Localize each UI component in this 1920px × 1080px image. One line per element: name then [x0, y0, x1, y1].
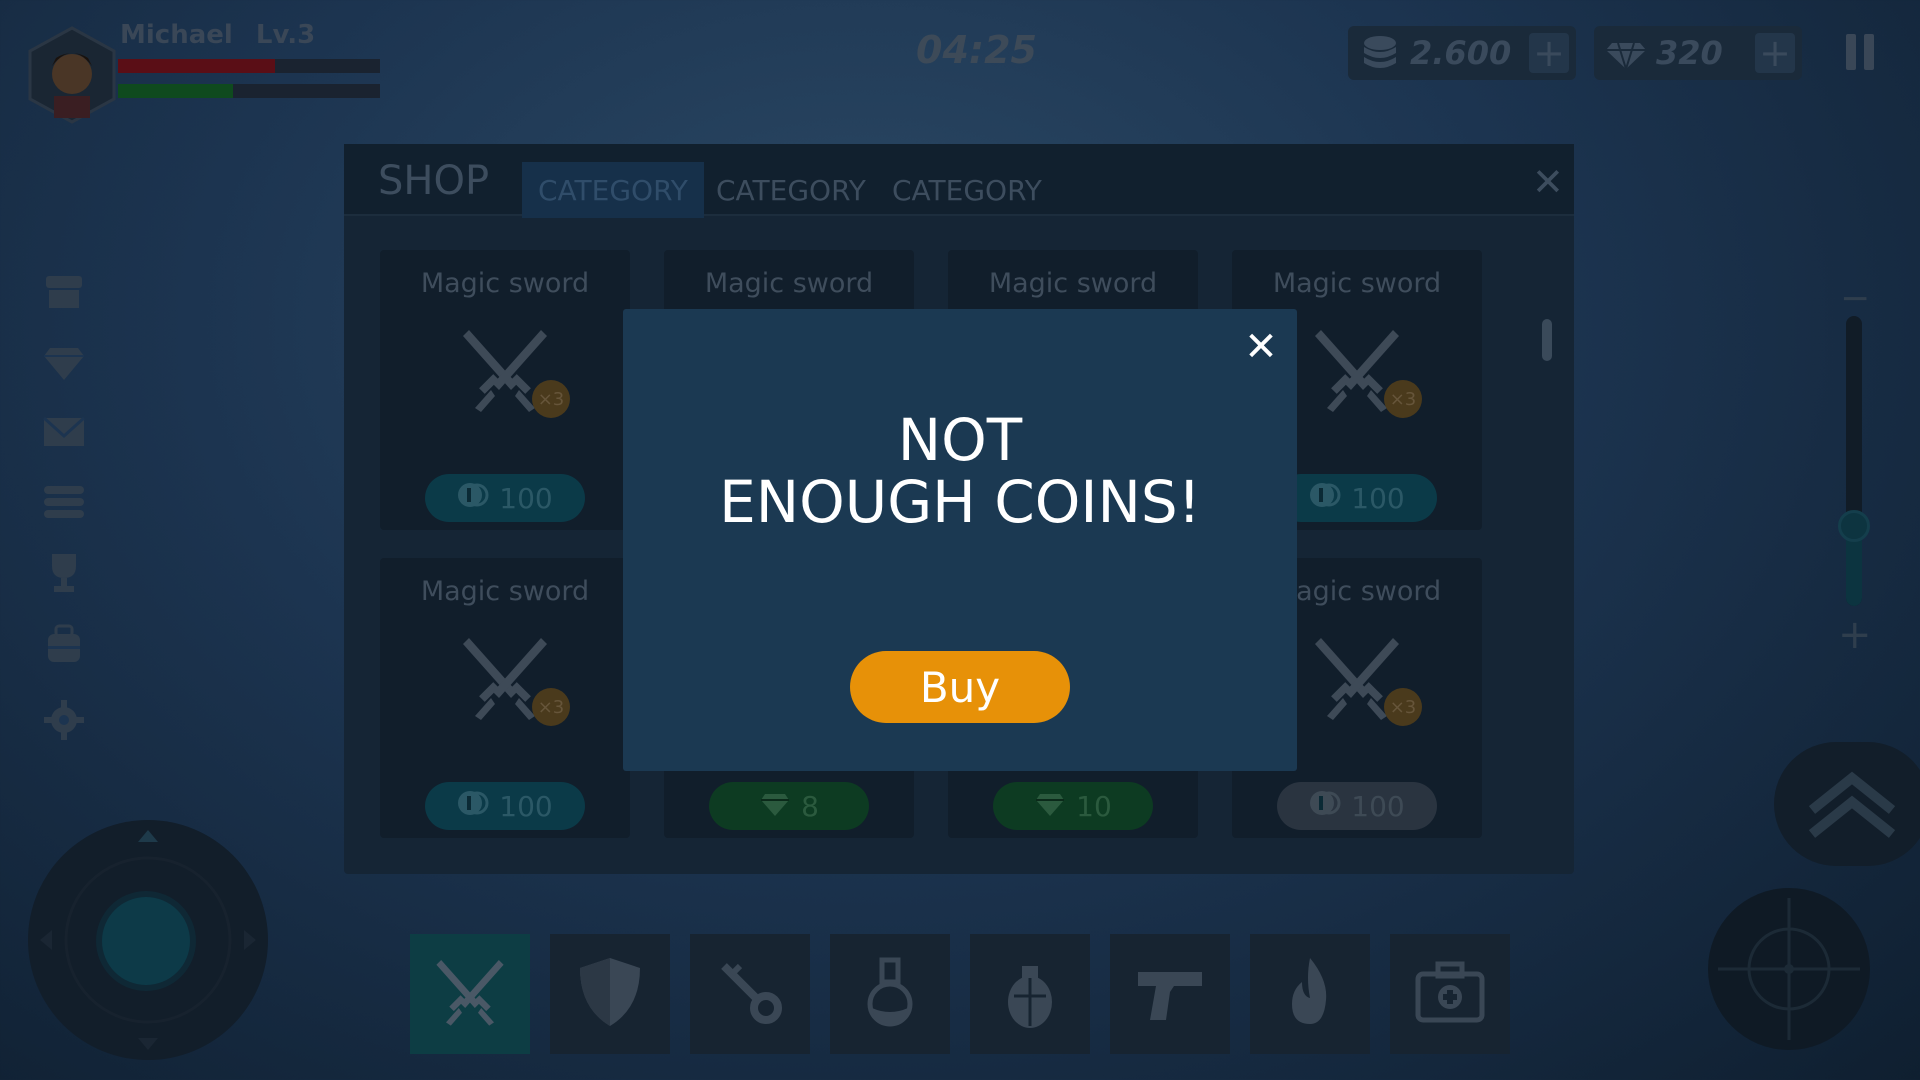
- dialog-message: NOT ENOUGH COINS!: [623, 409, 1297, 533]
- health-bar-fill: [118, 59, 276, 73]
- tab-category-1[interactable]: CATEGORY: [522, 162, 704, 218]
- item-quantity-badge: ×3: [1384, 688, 1422, 726]
- side-menu-store-button[interactable]: [40, 268, 88, 316]
- shop-item-price-button[interactable]: 100: [425, 782, 585, 830]
- zoom-slider[interactable]: [1846, 316, 1862, 606]
- player-name: Michael Lv.3: [120, 20, 315, 50]
- joystick-knob[interactable]: [102, 897, 190, 985]
- gems-value: 320: [1656, 34, 1723, 72]
- shop-close-button[interactable]: ✕: [1532, 160, 1564, 204]
- crosshair-icon: [1718, 898, 1860, 1040]
- item-quantity-badge: ×3: [532, 380, 570, 418]
- shop-item-name: Magic sword: [420, 576, 590, 607]
- pistol-icon: [1130, 952, 1210, 1036]
- fire-icon: [1270, 952, 1350, 1036]
- shop-item-price-button[interactable]: 100: [1277, 782, 1437, 830]
- mail-icon: [42, 416, 86, 446]
- shop-item-card[interactable]: Magic sword ×3 100: [380, 250, 630, 530]
- side-menu-gear-button[interactable]: [40, 696, 88, 744]
- shop-item-name: Magic sword: [420, 268, 590, 299]
- list-icon: [44, 486, 84, 518]
- shop-item-price: 10: [1076, 789, 1112, 823]
- coins-value: 2.600: [1410, 34, 1512, 72]
- add-coins-button[interactable]: +: [1529, 31, 1569, 75]
- add-gems-button[interactable]: +: [1755, 31, 1795, 75]
- tab-category-2[interactable]: CATEGORY: [700, 162, 882, 218]
- coins-stack-icon: [1364, 36, 1396, 68]
- coins-counter: 2.600 +: [1348, 26, 1576, 80]
- dialog-message-line-2: ENOUGH COINS!: [719, 468, 1201, 536]
- item-quantity-badge: ×3: [1384, 380, 1422, 418]
- gem-icon: [759, 788, 791, 825]
- side-menu-gem-button[interactable]: [40, 338, 88, 386]
- shop-item-price: 100: [1351, 789, 1405, 823]
- weapon-slot-medkit[interactable]: [1390, 934, 1510, 1054]
- shield-icon: [570, 952, 650, 1036]
- player-level: Lv.3: [255, 20, 316, 50]
- tab-category-3[interactable]: CATEGORY: [876, 162, 1058, 218]
- shop-item-price: 100: [499, 481, 553, 515]
- pause-button[interactable]: [1846, 34, 1874, 70]
- weapon-slot-pistol[interactable]: [1110, 934, 1230, 1054]
- gem-icon: [1606, 42, 1646, 73]
- gems-counter: 320 +: [1594, 26, 1802, 80]
- potion-icon: [850, 952, 930, 1036]
- shop-scrollbar[interactable]: [1542, 319, 1552, 361]
- grenade-icon: [990, 952, 1070, 1036]
- shop-item-price: 100: [499, 789, 553, 823]
- weapon-slot-fire[interactable]: [1250, 934, 1370, 1054]
- dialog-message-line-1: NOT: [897, 406, 1023, 474]
- shop-item-price: 100: [1351, 481, 1405, 515]
- item-quantity-badge: ×3: [532, 688, 570, 726]
- coin-icon: [457, 788, 489, 825]
- weapon-slot-grenade[interactable]: [970, 934, 1090, 1054]
- key-icon: [710, 952, 790, 1036]
- trophy-icon: [52, 554, 76, 592]
- gem-icon: [1034, 788, 1066, 825]
- swords-icon: [430, 952, 510, 1036]
- backpack-icon: [48, 624, 80, 662]
- coin-icon: [1309, 788, 1341, 825]
- shop-item-name: Magic sword: [988, 268, 1158, 299]
- shop-item-name: Magic sword: [1272, 268, 1442, 299]
- side-menu-backpack-button[interactable]: [40, 620, 88, 668]
- shop-item-name: Magic sword: [704, 268, 874, 299]
- match-timer: 04:25: [916, 28, 1037, 72]
- weapon-slot-swords[interactable]: [410, 934, 530, 1054]
- weapon-slot-potion[interactable]: [830, 934, 950, 1054]
- side-menu-mail-button[interactable]: [40, 408, 88, 456]
- double-chevron-up-icon: [1808, 771, 1896, 838]
- zoom-slider-handle[interactable]: [1838, 510, 1870, 542]
- experience-bar-fill: [118, 84, 234, 98]
- jump-button[interactable]: [1774, 742, 1920, 866]
- shop-item-price: 8: [801, 789, 819, 823]
- shop-item-price-button[interactable]: 100: [425, 474, 585, 522]
- shop-item-price-button[interactable]: 100: [1277, 474, 1437, 522]
- coin-icon: [457, 480, 489, 517]
- coin-icon: [1309, 480, 1341, 517]
- store-icon: [46, 276, 82, 308]
- zoom-in-button[interactable]: +: [1838, 612, 1872, 658]
- side-menu-trophy-button[interactable]: [40, 548, 88, 596]
- shop-item-card[interactable]: Magic sword ×3 100: [380, 558, 630, 838]
- medkit-icon: [1410, 952, 1490, 1036]
- gem-icon: [44, 348, 84, 380]
- shop-item-price-button[interactable]: 8: [709, 782, 869, 830]
- experience-bar: [118, 84, 380, 98]
- shop-item-price-button[interactable]: 10: [993, 782, 1153, 830]
- dialog-close-button[interactable]: ✕: [1241, 327, 1281, 367]
- gear-icon: [44, 700, 84, 740]
- health-bar: [118, 59, 380, 73]
- weapon-slot-key[interactable]: [690, 934, 810, 1054]
- player-name-text: Michael: [120, 20, 233, 50]
- side-menu-list-button[interactable]: [40, 478, 88, 526]
- weapon-slot-shield[interactable]: [550, 934, 670, 1054]
- player-avatar[interactable]: [28, 26, 116, 124]
- buy-button[interactable]: Buy: [850, 651, 1070, 723]
- aim-button[interactable]: [1708, 888, 1870, 1050]
- zoom-out-button[interactable]: −: [1840, 278, 1870, 319]
- not-enough-coins-dialog: ✕ NOT ENOUGH COINS! Buy: [623, 309, 1297, 771]
- shop-title: SHOP: [378, 158, 490, 204]
